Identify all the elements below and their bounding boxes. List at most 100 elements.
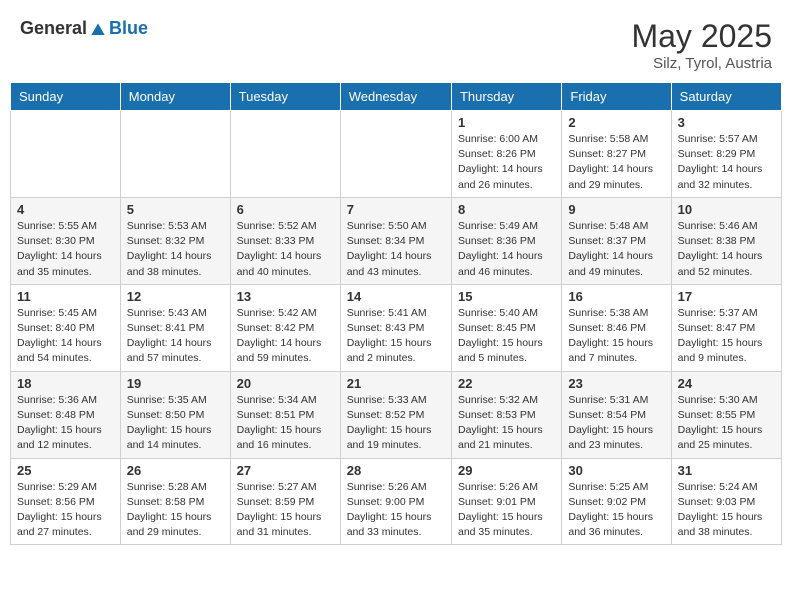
month-year: May 2025 [631, 18, 772, 55]
table-row: 1 Sunrise: 6:00 AM Sunset: 8:26 PM Daylig… [451, 111, 561, 198]
day-info: Sunrise: 5:26 AM Sunset: 9:01 PM Dayligh… [458, 480, 555, 541]
day-info: Sunrise: 5:55 AM Sunset: 8:30 PM Dayligh… [17, 219, 114, 280]
day-info: Sunrise: 5:50 AM Sunset: 8:34 PM Dayligh… [347, 219, 445, 280]
day-info: Sunrise: 5:33 AM Sunset: 8:52 PM Dayligh… [347, 393, 445, 454]
table-row: 16 Sunrise: 5:38 AM Sunset: 8:46 PM Dayli… [562, 284, 671, 371]
table-row: 8 Sunrise: 5:49 AM Sunset: 8:36 PM Daylig… [451, 197, 561, 284]
day-number: 17 [678, 289, 775, 304]
day-number: 14 [347, 289, 445, 304]
day-number: 20 [237, 376, 334, 391]
location: Silz, Tyrol, Austria [631, 55, 772, 72]
table-row: 13 Sunrise: 5:42 AM Sunset: 8:42 PM Dayli… [230, 284, 340, 371]
table-row: 18 Sunrise: 5:36 AM Sunset: 8:48 PM Dayli… [11, 371, 121, 458]
day-number: 30 [568, 463, 664, 478]
day-info: Sunrise: 5:45 AM Sunset: 8:40 PM Dayligh… [17, 306, 114, 367]
day-number: 31 [678, 463, 775, 478]
day-number: 22 [458, 376, 555, 391]
day-number: 11 [17, 289, 114, 304]
day-number: 24 [678, 376, 775, 391]
calendar-week-row: 1 Sunrise: 6:00 AM Sunset: 8:26 PM Daylig… [11, 111, 782, 198]
day-number: 3 [678, 115, 775, 130]
day-info: Sunrise: 5:57 AM Sunset: 8:29 PM Dayligh… [678, 132, 775, 193]
day-info: Sunrise: 5:36 AM Sunset: 8:48 PM Dayligh… [17, 393, 114, 454]
day-number: 6 [237, 202, 334, 217]
calendar-week-row: 18 Sunrise: 5:36 AM Sunset: 8:48 PM Dayli… [11, 371, 782, 458]
day-number: 27 [237, 463, 334, 478]
day-info: Sunrise: 5:52 AM Sunset: 8:33 PM Dayligh… [237, 219, 334, 280]
table-row: 30 Sunrise: 5:25 AM Sunset: 9:02 PM Dayli… [562, 458, 671, 545]
table-row: 31 Sunrise: 5:24 AM Sunset: 9:03 PM Dayli… [671, 458, 781, 545]
table-row: 17Sunrise: 5:37 AM Sunset: 8:47 PM Dayli… [671, 284, 781, 371]
header-friday: Friday [562, 83, 671, 111]
calendar-table: Sunday Monday Tuesday Wednesday Thursday… [10, 82, 782, 545]
day-info: Sunrise: 5:43 AM Sunset: 8:41 PM Dayligh… [127, 306, 224, 367]
day-number: 12 [127, 289, 224, 304]
day-number: 15 [458, 289, 555, 304]
table-row: 15Sunrise: 5:40 AM Sunset: 8:45 PM Dayli… [451, 284, 561, 371]
calendar-header-row: Sunday Monday Tuesday Wednesday Thursday… [11, 83, 782, 111]
header-wednesday: Wednesday [340, 83, 451, 111]
day-info: Sunrise: 5:27 AM Sunset: 8:59 PM Dayligh… [237, 480, 334, 541]
table-row: 29Sunrise: 5:26 AM Sunset: 9:01 PM Dayli… [451, 458, 561, 545]
calendar-week-row: 11 Sunrise: 5:45 AM Sunset: 8:40 PM Dayli… [11, 284, 782, 371]
day-info: Sunrise: 5:48 AM Sunset: 8:37 PM Dayligh… [568, 219, 664, 280]
day-info: Sunrise: 5:24 AM Sunset: 9:03 PM Dayligh… [678, 480, 775, 541]
day-info: Sunrise: 5:46 AM Sunset: 8:38 PM Dayligh… [678, 219, 775, 280]
day-info: Sunrise: 5:28 AM Sunset: 8:58 PM Dayligh… [127, 480, 224, 541]
header-thursday: Thursday [451, 83, 561, 111]
day-number: 4 [17, 202, 114, 217]
header-saturday: Saturday [671, 83, 781, 111]
table-row: 3 Sunrise: 5:57 AM Sunset: 8:29 PM Daylig… [671, 111, 781, 198]
day-number: 21 [347, 376, 445, 391]
day-number: 9 [568, 202, 664, 217]
day-info: Sunrise: 5:58 AM Sunset: 8:27 PM Dayligh… [568, 132, 664, 193]
day-info: Sunrise: 6:00 AM Sunset: 8:26 PM Dayligh… [458, 132, 555, 193]
day-info: Sunrise: 5:35 AM Sunset: 8:50 PM Dayligh… [127, 393, 224, 454]
day-number: 1 [458, 115, 555, 130]
day-number: 16 [568, 289, 664, 304]
day-number: 25 [17, 463, 114, 478]
header-monday: Monday [120, 83, 230, 111]
page-header: GeneralBlue May 2025 Silz, Tyrol, Austri… [10, 10, 782, 76]
table-row: 5Sunrise: 5:53 AM Sunset: 8:32 PM Daylig… [120, 197, 230, 284]
calendar-week-row: 4 Sunrise: 5:55 AM Sunset: 8:30 PM Daylig… [11, 197, 782, 284]
table-row: 11 Sunrise: 5:45 AM Sunset: 8:40 PM Dayli… [11, 284, 121, 371]
day-number: 28 [347, 463, 445, 478]
table-row: 26Sunrise: 5:28 AM Sunset: 8:58 PM Dayli… [120, 458, 230, 545]
table-row: 7Sunrise: 5:50 AM Sunset: 8:34 PM Daylig… [340, 197, 451, 284]
table-row [11, 111, 121, 198]
day-info: Sunrise: 5:49 AM Sunset: 8:36 PM Dayligh… [458, 219, 555, 280]
table-row: 23 Sunrise: 5:31 AM Sunset: 8:54 PM Dayli… [562, 371, 671, 458]
day-number: 13 [237, 289, 334, 304]
table-row: 10 Sunrise: 5:46 AM Sunset: 8:38 PM Dayli… [671, 197, 781, 284]
table-row: 25 Sunrise: 5:29 AM Sunset: 8:56 PM Dayli… [11, 458, 121, 545]
day-info: Sunrise: 5:29 AM Sunset: 8:56 PM Dayligh… [17, 480, 114, 541]
day-info: Sunrise: 5:42 AM Sunset: 8:42 PM Dayligh… [237, 306, 334, 367]
table-row: 28Sunrise: 5:26 AM Sunset: 9:00 PM Dayli… [340, 458, 451, 545]
day-info: Sunrise: 5:30 AM Sunset: 8:55 PM Dayligh… [678, 393, 775, 454]
day-info: Sunrise: 5:32 AM Sunset: 8:53 PM Dayligh… [458, 393, 555, 454]
day-info: Sunrise: 5:41 AM Sunset: 8:43 PM Dayligh… [347, 306, 445, 367]
day-info: Sunrise: 5:53 AM Sunset: 8:32 PM Dayligh… [127, 219, 224, 280]
day-number: 18 [17, 376, 114, 391]
day-number: 23 [568, 376, 664, 391]
day-info: Sunrise: 5:31 AM Sunset: 8:54 PM Dayligh… [568, 393, 664, 454]
table-row: 22 Sunrise: 5:32 AM Sunset: 8:53 PM Dayli… [451, 371, 561, 458]
logo-general-text: GeneralBlue [20, 18, 148, 40]
table-row: 20Sunrise: 5:34 AM Sunset: 8:51 PM Dayli… [230, 371, 340, 458]
table-row [340, 111, 451, 198]
calendar-week-row: 25 Sunrise: 5:29 AM Sunset: 8:56 PM Dayli… [11, 458, 782, 545]
header-sunday: Sunday [11, 83, 121, 111]
table-row: 6 Sunrise: 5:52 AM Sunset: 8:33 PM Daylig… [230, 197, 340, 284]
header-tuesday: Tuesday [230, 83, 340, 111]
day-number: 10 [678, 202, 775, 217]
table-row [120, 111, 230, 198]
table-row: 21 Sunrise: 5:33 AM Sunset: 8:52 PM Dayli… [340, 371, 451, 458]
table-row: 27 Sunrise: 5:27 AM Sunset: 8:59 PM Dayli… [230, 458, 340, 545]
table-row: 4 Sunrise: 5:55 AM Sunset: 8:30 PM Daylig… [11, 197, 121, 284]
table-row: 9 Sunrise: 5:48 AM Sunset: 8:37 PM Daylig… [562, 197, 671, 284]
day-info: Sunrise: 5:25 AM Sunset: 9:02 PM Dayligh… [568, 480, 664, 541]
day-number: 8 [458, 202, 555, 217]
day-number: 19 [127, 376, 224, 391]
day-info: Sunrise: 5:38 AM Sunset: 8:46 PM Dayligh… [568, 306, 664, 367]
